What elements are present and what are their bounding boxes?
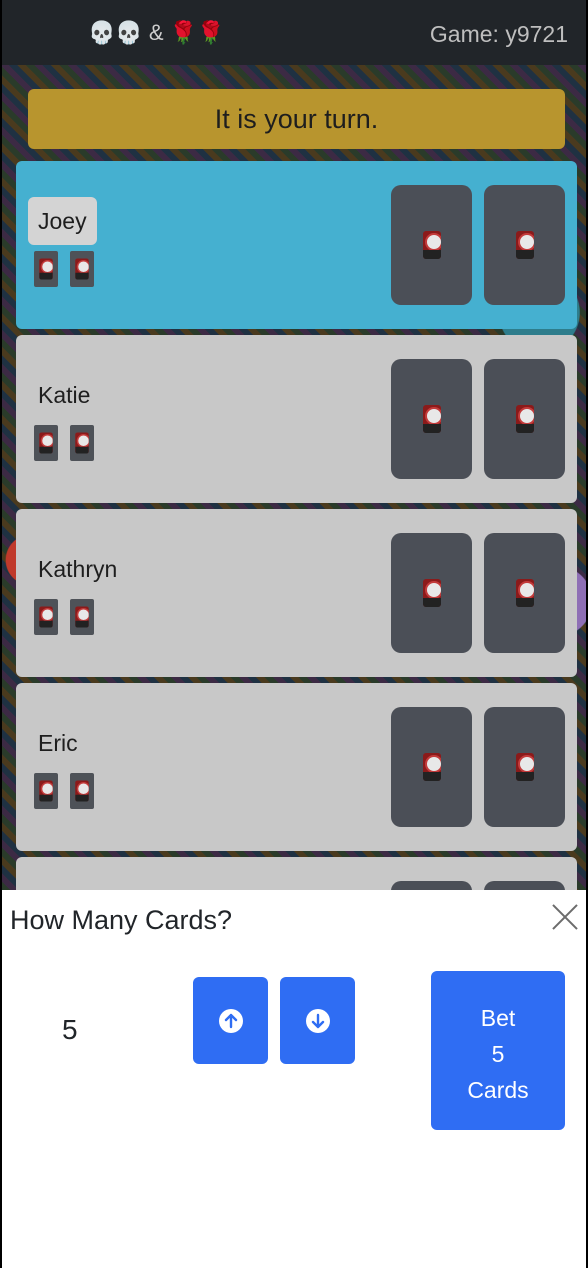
card-back-icon[interactable] <box>484 707 565 827</box>
decrease-button[interactable] <box>280 977 355 1064</box>
card-back-icon[interactable] <box>484 359 565 479</box>
player-name: Eric <box>38 730 78 756</box>
player-name: Kathryn <box>38 556 118 582</box>
app-brand[interactable]: 💀💀 & 🌹🌹 <box>88 20 224 46</box>
card-back-icon[interactable] <box>391 707 472 827</box>
increase-button[interactable] <box>193 977 268 1064</box>
bet-sheet: How Many Cards? 5 Bet 5 Cards <box>0 890 588 1268</box>
turn-banner: It is your turn. <box>28 89 565 149</box>
mini-card-icon <box>70 773 94 809</box>
mini-card-icon <box>70 425 94 461</box>
mini-card-icon <box>34 773 58 809</box>
mini-card-icon <box>70 251 94 287</box>
mini-card-icon <box>34 251 58 287</box>
mini-card-icon <box>70 599 94 635</box>
card-back-icon[interactable] <box>484 185 565 305</box>
player-name: Joey <box>28 197 97 245</box>
player-row-katie: Katie <box>16 335 577 503</box>
bet-label-line3: Cards <box>467 1077 529 1103</box>
card-back-icon[interactable] <box>391 185 472 305</box>
player-row-joey: Joey <box>16 161 577 329</box>
player-row-kathryn: Kathryn <box>16 509 577 677</box>
game-id-label: Game: y9721 <box>429 21 568 47</box>
card-back-icon[interactable] <box>484 533 565 653</box>
bet-count-value: 5 <box>62 1014 78 1045</box>
card-back-icon[interactable] <box>391 881 472 890</box>
card-back-icon[interactable] <box>484 881 565 890</box>
game-board: It is your turn. Joey Katie Kathryn Eric <box>0 65 588 890</box>
close-icon[interactable] <box>550 902 580 932</box>
arrow-up-circle-icon <box>218 1008 243 1033</box>
player-row-eric: Eric <box>16 683 577 851</box>
bet-cards-button[interactable]: Bet 5 Cards <box>431 971 565 1130</box>
arrow-down-circle-icon <box>305 1008 330 1033</box>
card-back-icon[interactable] <box>391 533 472 653</box>
card-back-icon[interactable] <box>391 359 472 479</box>
player-row-partial <box>16 857 577 890</box>
bet-label-line1: Bet <box>480 1005 516 1031</box>
top-navbar: 💀💀 & 🌹🌹 Game: y9721 <box>0 0 588 65</box>
bet-label-line2: 5 <box>491 1041 505 1067</box>
sheet-title: How Many Cards? <box>10 905 233 935</box>
mini-card-icon <box>34 425 58 461</box>
player-name: Katie <box>38 382 91 408</box>
mini-card-icon <box>34 599 58 635</box>
